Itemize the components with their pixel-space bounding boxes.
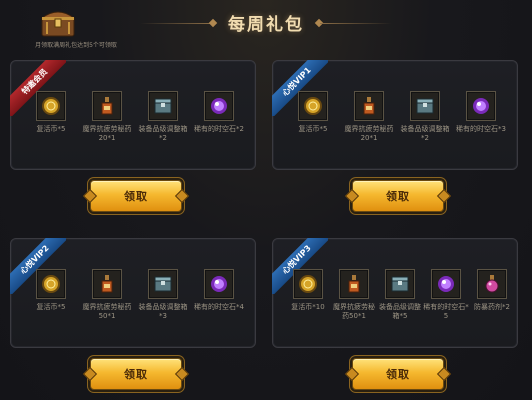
reward-item-label: 魔界抗疲劳秘药20*1 <box>82 125 132 142</box>
claim-button-vip1[interactable]: 领取 <box>352 180 444 212</box>
pink-potion-icon <box>477 269 507 299</box>
reward-item-label: 复活币*5 <box>36 303 66 311</box>
reward-item-label: 魔界抗疲劳秘药50*1 <box>333 303 375 320</box>
gold-coin-icon <box>293 269 323 299</box>
reward-item-label: 魔界抗疲劳秘药20*1 <box>344 125 394 142</box>
gold-coin-icon <box>298 91 328 121</box>
reward-item-label: 装备品级调整箱*2 <box>138 125 188 142</box>
reward-item-label: 装备品级调整箱*3 <box>138 303 188 320</box>
reward-item-label: 复活币*10 <box>291 303 325 311</box>
purple-orb-icon <box>466 91 496 121</box>
purple-orb-icon <box>431 269 461 299</box>
reward-item[interactable]: 魔界抗疲劳秘药50*1 <box>81 269 133 321</box>
potion-bottle-icon <box>354 91 384 121</box>
treasure-chest-icon[interactable] <box>38 4 78 38</box>
purple-orb-icon <box>204 91 234 121</box>
reward-item[interactable]: 复活币*5 <box>287 91 339 134</box>
title-divider-right <box>320 23 392 24</box>
reward-items: 复活币*5 魔界抗疲劳秘药20*1 装备品级调整箱*2 稀有的时空石*3 <box>273 91 519 161</box>
reward-items: 复活币*5 魔界抗疲劳秘药50*1 装备品级调整箱*3 稀有的时空石*4 <box>11 269 257 339</box>
claim-button-vip3[interactable]: 领取 <box>352 358 444 390</box>
equipment-chest-icon <box>385 269 415 299</box>
reward-item[interactable]: 装备品级调整箱*2 <box>399 91 451 143</box>
reward-item-label: 稀有的时空石*4 <box>194 303 244 311</box>
reward-item[interactable]: 魔界抗疲劳秘药50*1 <box>331 269 377 321</box>
reward-item-label: 复活币*5 <box>298 125 328 133</box>
gift-panel-vip3: 心悦VIP3 复活币*10 魔界抗疲劳秘药50*1 装备品级调整箱*5 稀有的时… <box>272 238 518 348</box>
reward-item[interactable]: 复活币*5 <box>25 91 77 134</box>
potion-bottle-icon <box>339 269 369 299</box>
reward-item[interactable]: 稀有的时空石*5 <box>423 269 469 321</box>
reward-items: 复活币*10 魔界抗疲劳秘药50*1 装备品级调整箱*5 稀有的时空石*5 防暴… <box>273 269 519 339</box>
reward-item-label: 装备品级调整箱*5 <box>379 303 421 320</box>
gift-panel-special-member: 特邀会员 复活币*5 魔界抗疲劳秘药20*1 装备品级调整箱*2 稀有的时空石*… <box>10 60 256 170</box>
reward-item[interactable]: 复活币*10 <box>285 269 331 312</box>
gold-coin-icon <box>36 269 66 299</box>
title-divider-left <box>140 23 212 24</box>
reward-item[interactable]: 装备品级调整箱*3 <box>137 269 189 321</box>
gift-panel-vip2: 心悦VIP2 复活币*5 魔界抗疲劳秘药50*1 装备品级调整箱*3 稀有的时空… <box>10 238 256 348</box>
page-header: 月领取满周礼包达到5个可领取 每周礼包 <box>0 0 532 58</box>
reward-item-label: 稀有的时空石*3 <box>456 125 506 133</box>
reward-item-label: 魔界抗疲劳秘药50*1 <box>82 303 132 320</box>
potion-bottle-icon <box>92 269 122 299</box>
reward-item[interactable]: 稀有的时空石*3 <box>455 91 507 134</box>
claim-button-special-member[interactable]: 领取 <box>90 180 182 212</box>
reward-items: 复活币*5 魔界抗疲劳秘药20*1 装备品级调整箱*2 稀有的时空石*2 <box>11 91 257 161</box>
potion-bottle-icon <box>92 91 122 121</box>
reward-item-label: 复活币*5 <box>36 125 66 133</box>
reward-item[interactable]: 稀有的时空石*4 <box>193 269 245 312</box>
reward-item[interactable]: 复活币*5 <box>25 269 77 312</box>
reward-item[interactable]: 稀有的时空石*2 <box>193 91 245 134</box>
page-title: 每周礼包 <box>228 15 304 35</box>
reward-item-label: 装备品级调整箱*2 <box>400 125 450 142</box>
reward-item[interactable]: 装备品级调整箱*2 <box>137 91 189 143</box>
reward-item[interactable]: 魔界抗疲劳秘药20*1 <box>81 91 133 143</box>
reward-item-label: 稀有的时空石*2 <box>194 125 244 133</box>
title-banner: 每周礼包 <box>140 4 392 44</box>
reward-item[interactable]: 魔界抗疲劳秘药20*1 <box>343 91 395 143</box>
claim-button-vip2[interactable]: 领取 <box>90 358 182 390</box>
purple-orb-icon <box>204 269 234 299</box>
gift-panel-vip1: 心悦VIP1 复活币*5 魔界抗疲劳秘药20*1 装备品级调整箱*2 稀有的时空… <box>272 60 518 170</box>
reward-item[interactable]: 装备品级调整箱*5 <box>377 269 423 321</box>
reward-item-label: 防暴药剂*2 <box>474 303 510 311</box>
equipment-chest-icon <box>148 91 178 121</box>
equipment-chest-icon <box>410 91 440 121</box>
chest-requirement-note: 月领取满周礼包达到5个可领取 <box>35 42 117 49</box>
gold-coin-icon <box>36 91 66 121</box>
reward-item[interactable]: 防暴药剂*2 <box>469 269 515 312</box>
equipment-chest-icon <box>148 269 178 299</box>
reward-item-label: 稀有的时空石*5 <box>423 303 469 320</box>
